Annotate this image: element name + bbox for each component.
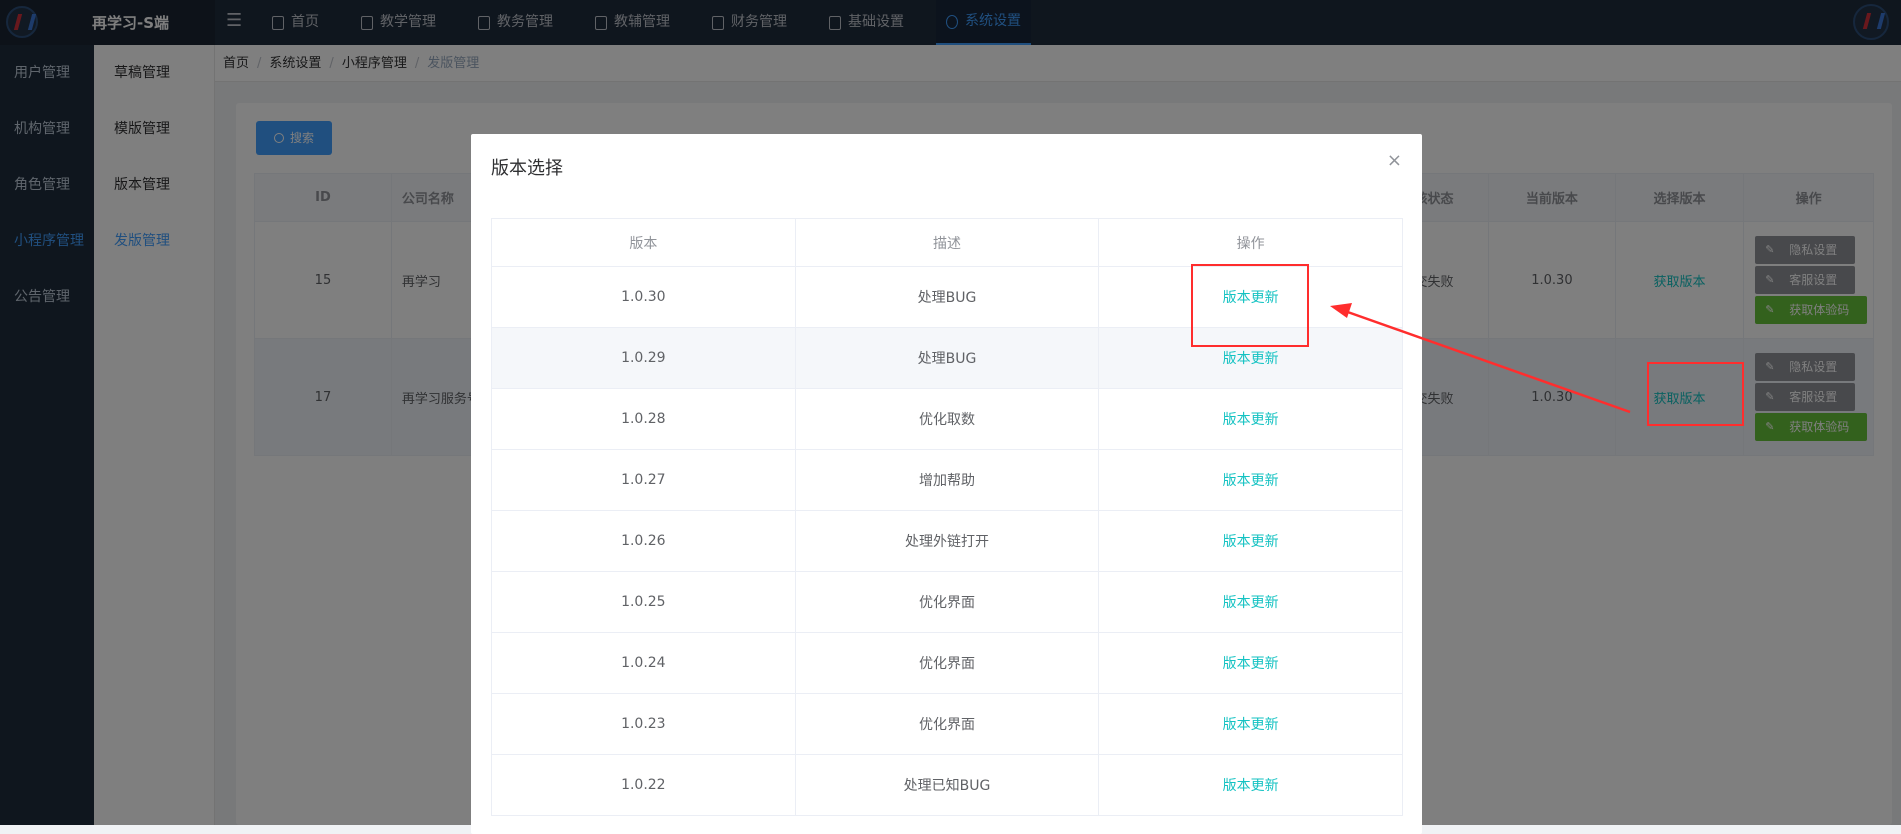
annotation-arrow-head <box>1330 303 1352 318</box>
annotation-arrow-line <box>1341 308 1631 414</box>
annotation-arrow <box>1330 303 1631 414</box>
